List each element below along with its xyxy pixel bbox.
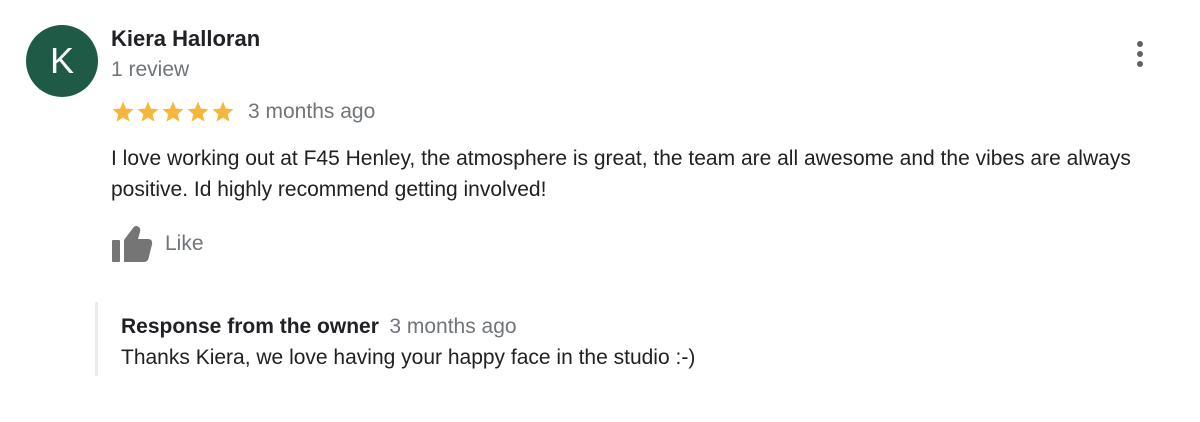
rating-row: 3 months ago [111, 98, 375, 126]
more-options-button[interactable] [1124, 38, 1156, 70]
thumbs-up-icon [112, 226, 153, 262]
more-vert-icon [1137, 41, 1143, 67]
review-count: 1 review [111, 58, 190, 81]
star-rating [111, 100, 235, 124]
reviewer-name[interactable]: Kiera Halloran [111, 26, 260, 52]
review-date: 3 months ago [248, 100, 376, 123]
star-icon [137, 101, 159, 122]
response-title: Response from the owner [121, 315, 379, 338]
response-header: Response from the owner 3 months ago [121, 315, 517, 339]
like-button[interactable]: Like [111, 223, 204, 265]
avatar[interactable]: K [26, 25, 98, 97]
star-icon [112, 101, 134, 122]
review-text: I love working out at F45 Henley, the at… [111, 147, 1131, 201]
star-icon [212, 101, 234, 122]
like-label: Like [165, 232, 204, 255]
star-icon [187, 101, 209, 122]
response-date: 3 months ago [389, 315, 517, 338]
star-icon [162, 101, 184, 122]
response-text: Thanks Kiera, we love having your happy … [121, 346, 696, 369]
owner-response: Response from the owner 3 months ago Tha… [95, 302, 998, 376]
avatar-initial: K [49, 40, 74, 81]
